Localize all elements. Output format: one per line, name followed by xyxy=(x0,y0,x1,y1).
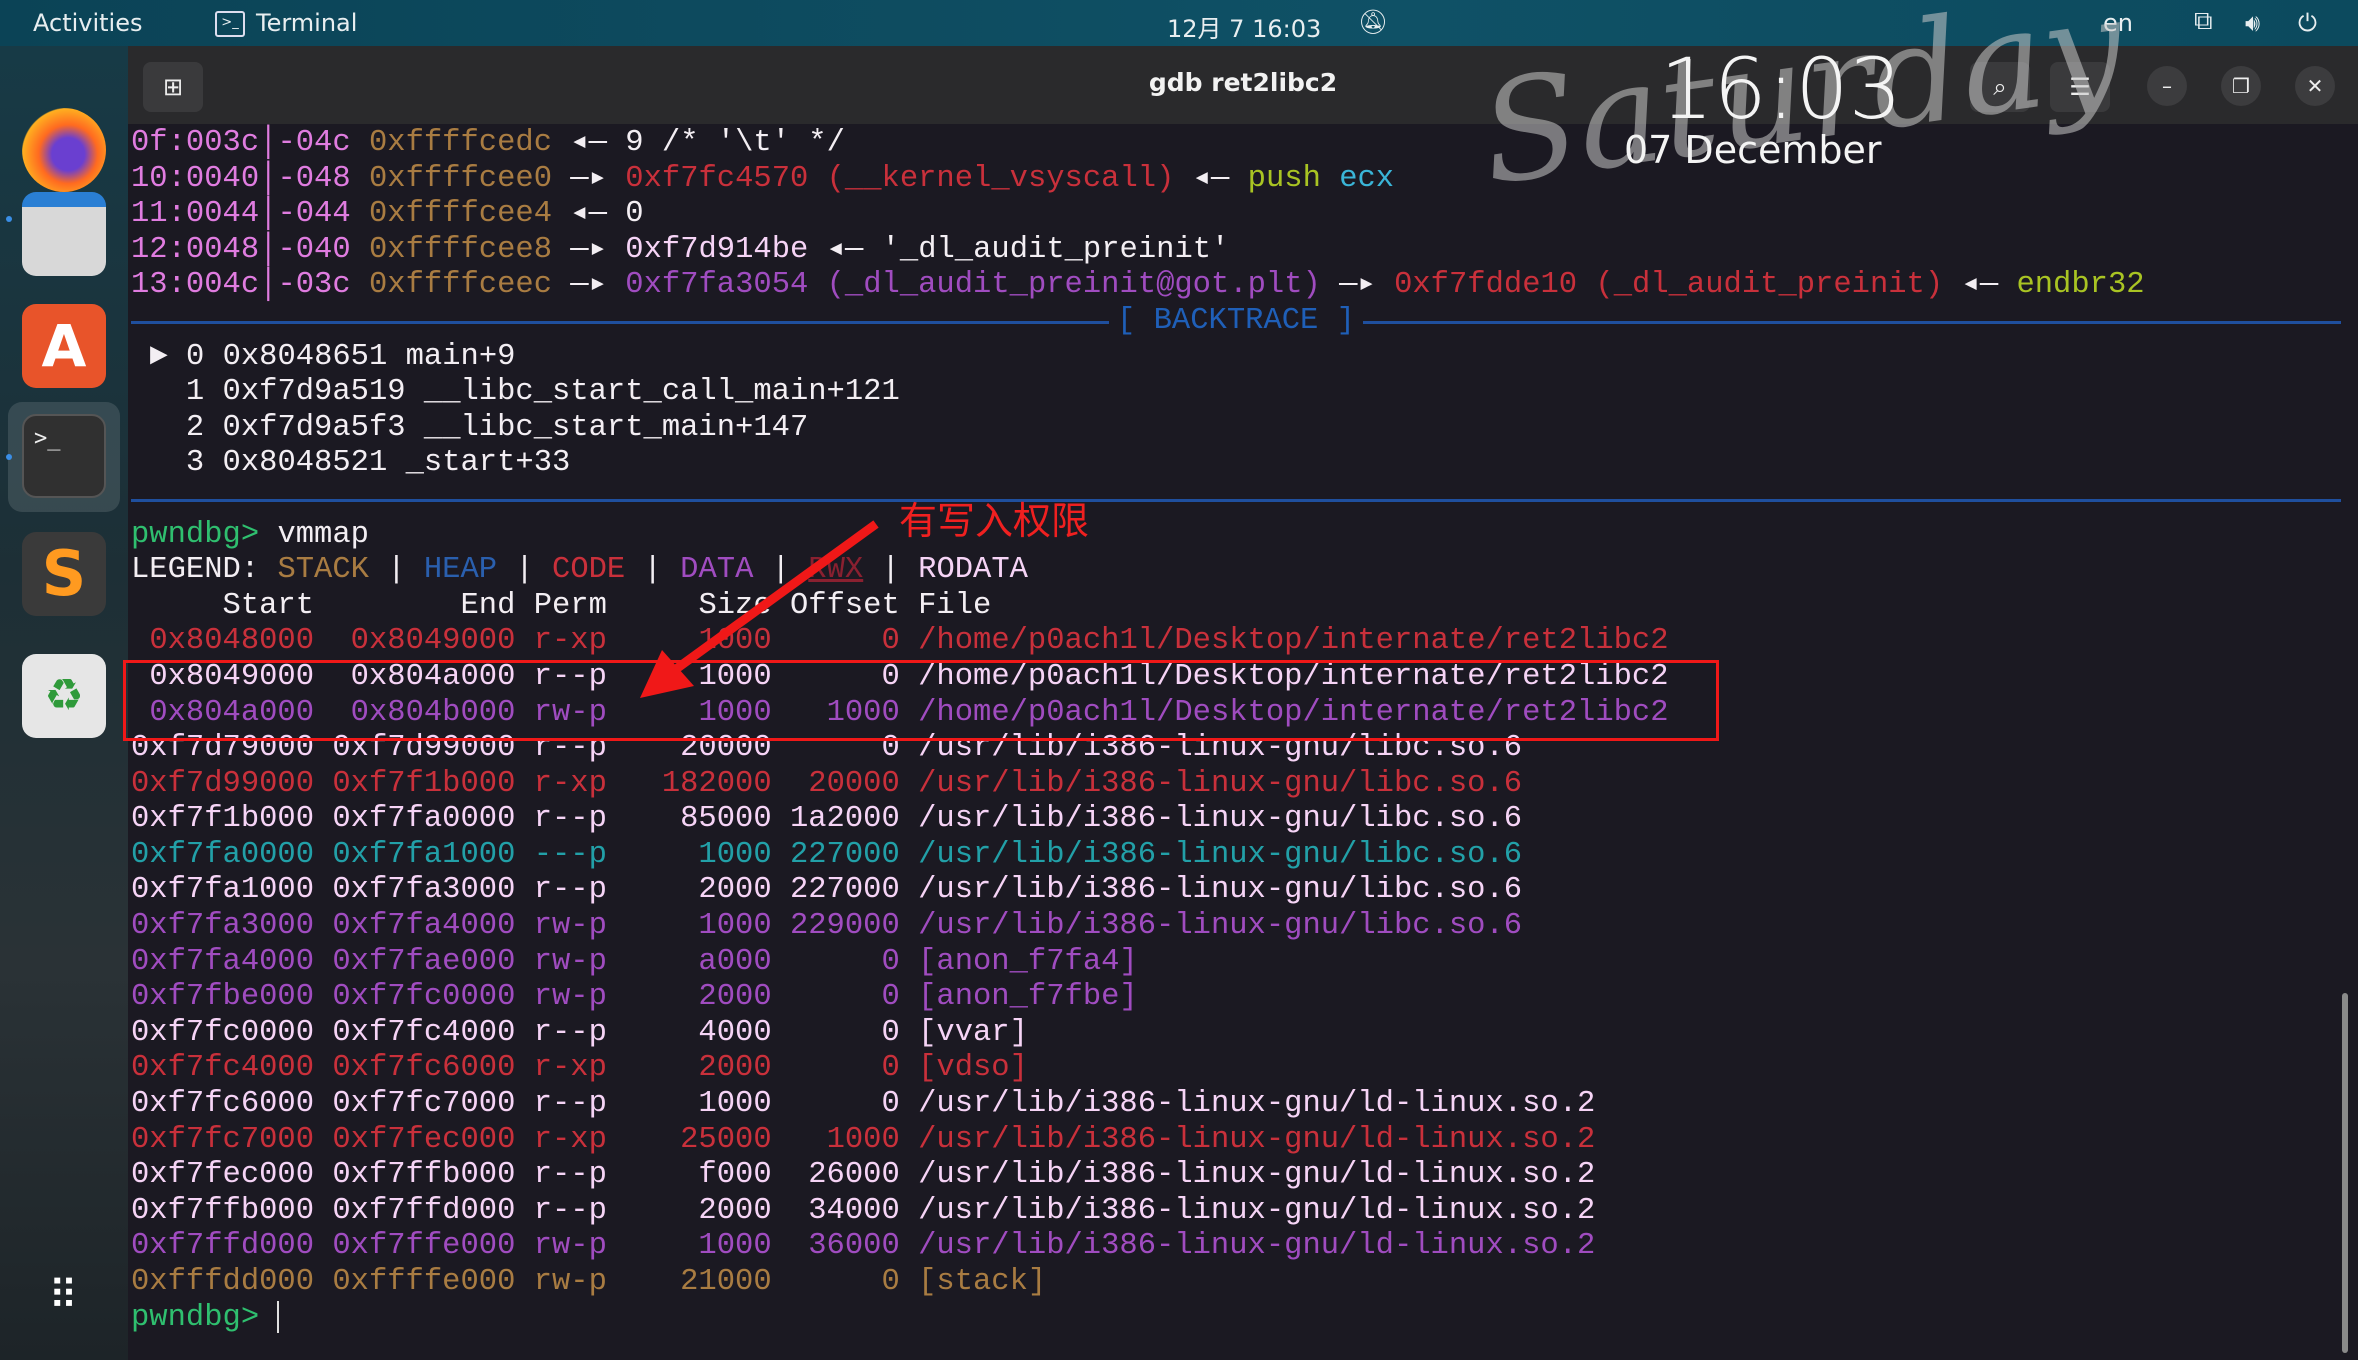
scrollbar[interactable] xyxy=(2342,993,2348,1353)
annotation-arrow xyxy=(640,520,879,698)
